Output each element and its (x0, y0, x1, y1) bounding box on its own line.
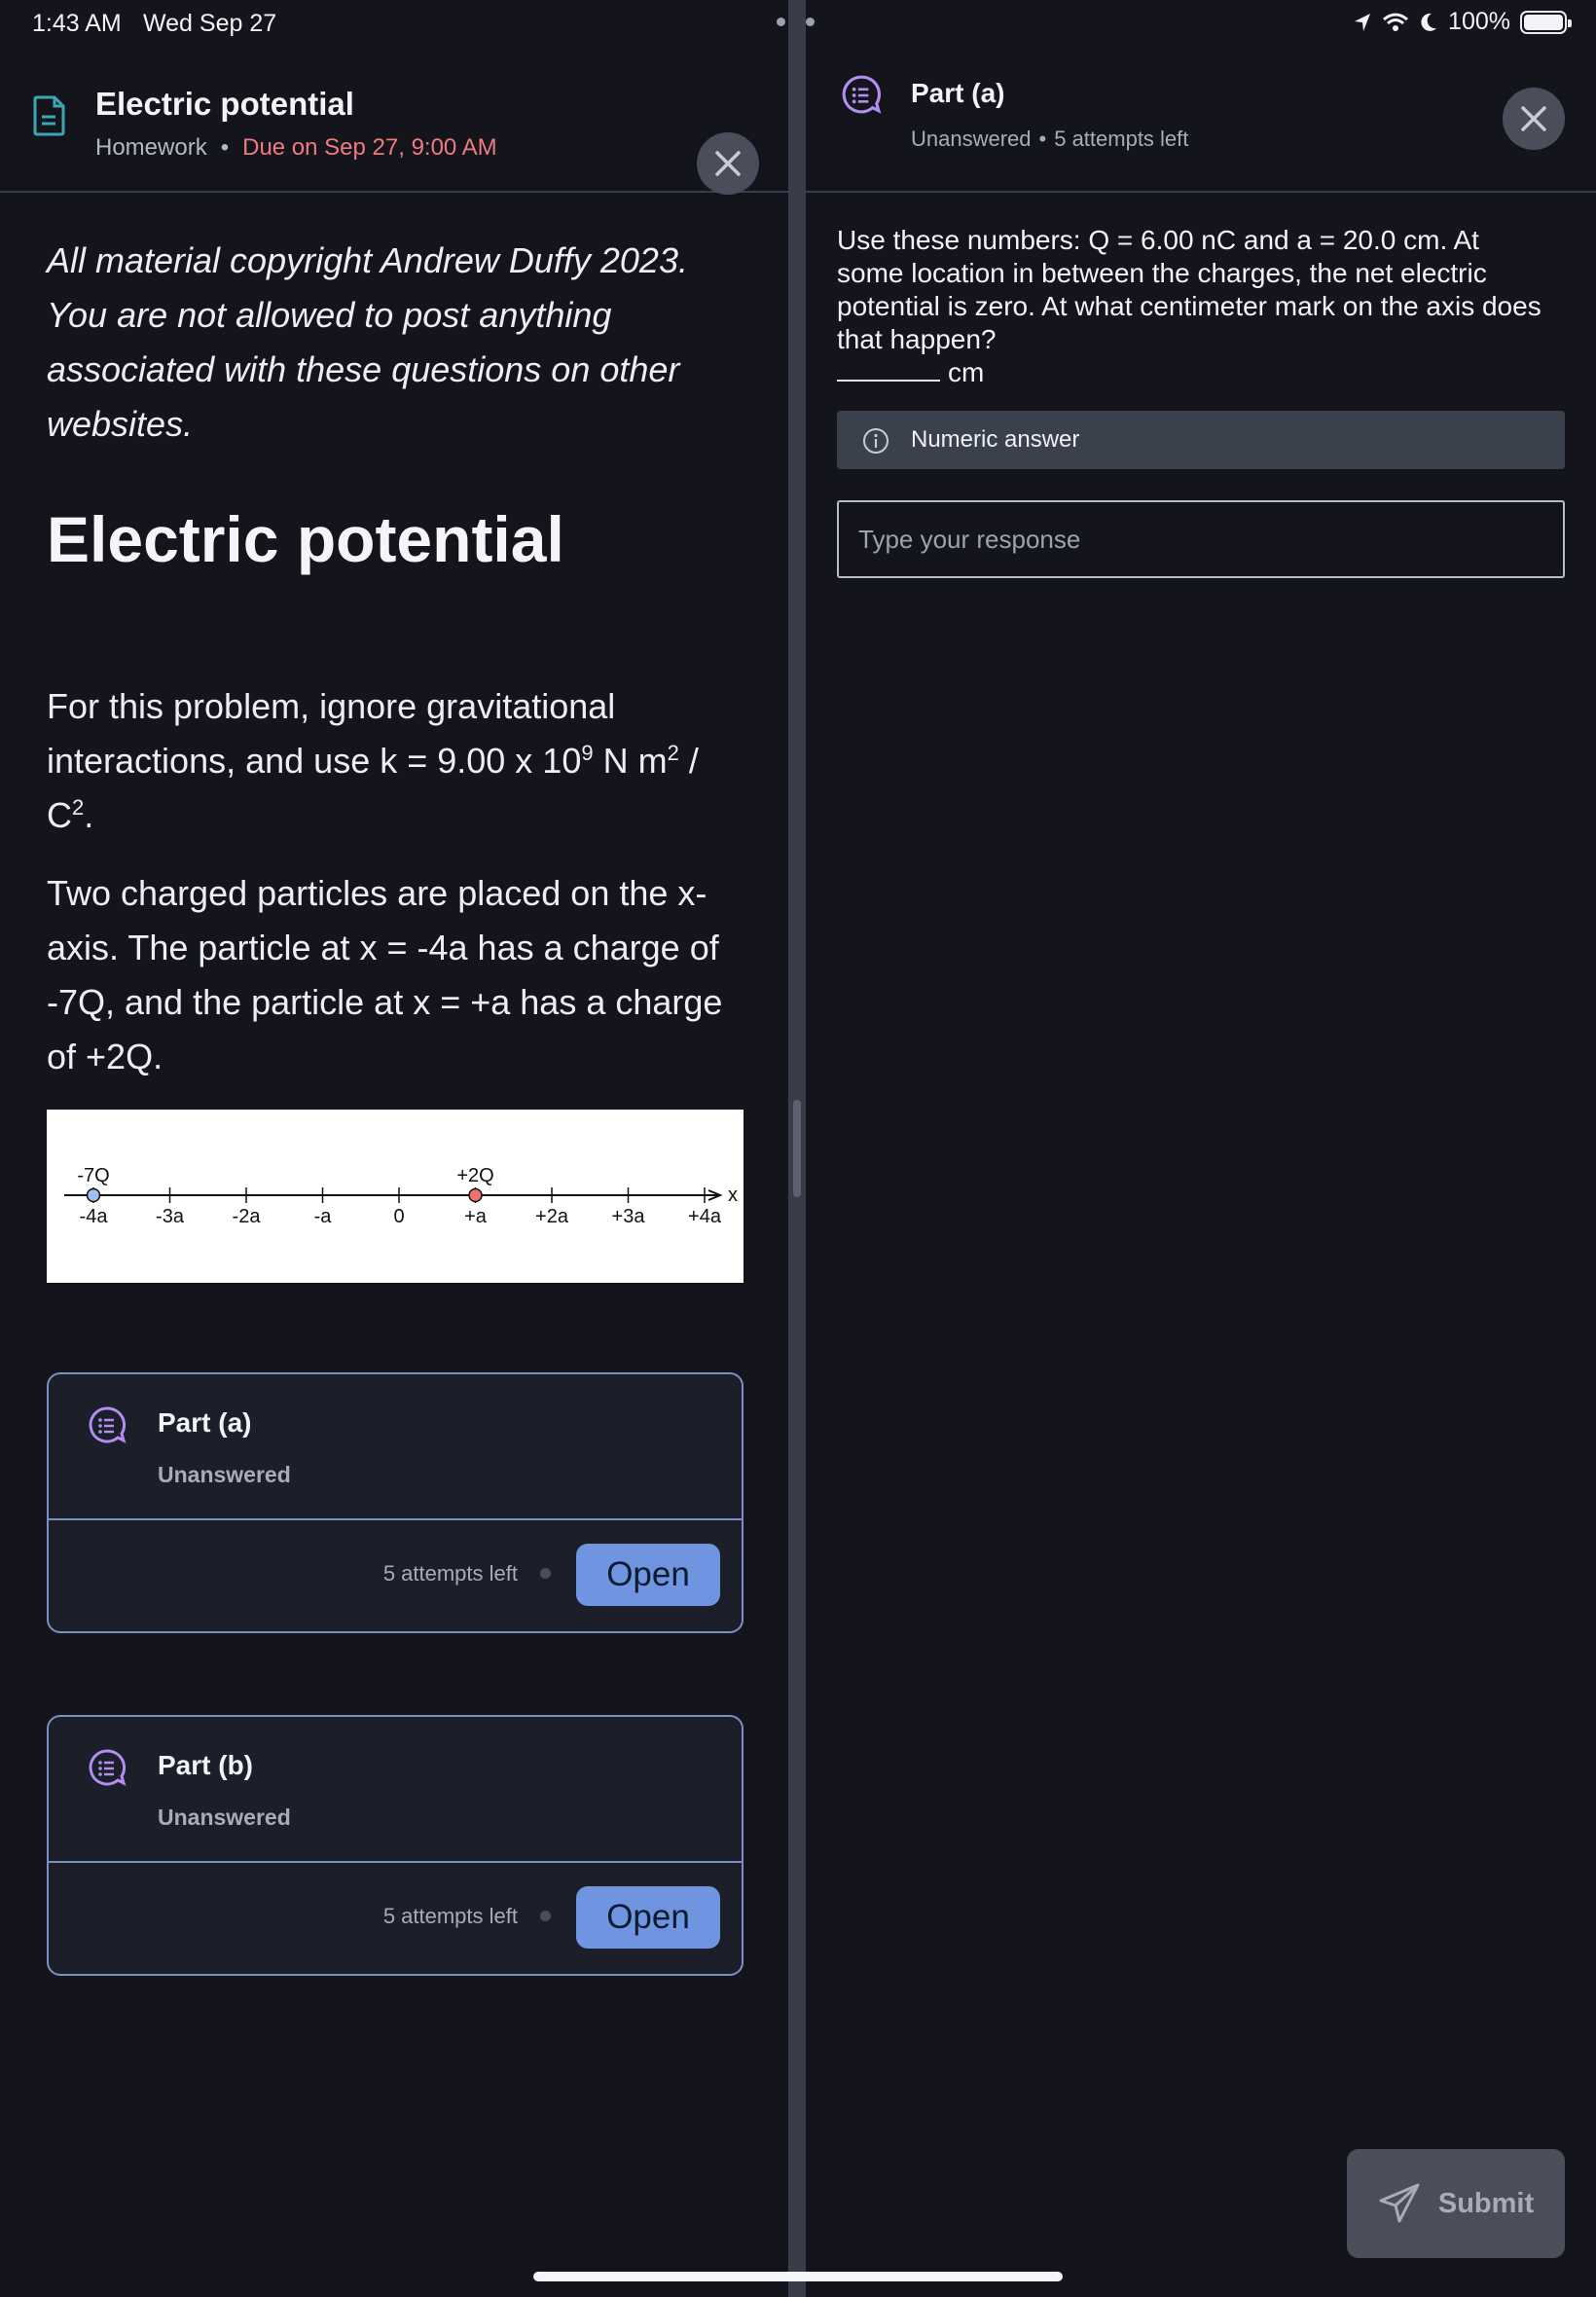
part-title: Part (b) (158, 1750, 253, 1780)
close-assignment-button[interactable] (697, 132, 759, 195)
question-bubble-icon (89, 1749, 127, 1786)
answer-type-label: Numeric answer (911, 426, 1080, 453)
axis-tick-label: +3a (612, 1206, 646, 1227)
question-bubble-icon (89, 1406, 127, 1443)
answer-blank (837, 356, 940, 382)
question-pane: Part (a) Unanswered • 5 attempts left Use … (806, 0, 1596, 2297)
axis-tick-label: -3a (156, 1206, 185, 1227)
separator-dot (540, 1568, 551, 1579)
document-icon (33, 95, 65, 136)
part-status: Unanswered (158, 1805, 291, 1830)
axis-tick-label: +4a (688, 1206, 722, 1227)
problem-setup: Two charged particles are placed on the … (47, 873, 723, 1076)
open-part-b-button[interactable]: Open (576, 1886, 720, 1949)
problem-intro: For this problem, ignore gravitational i… (47, 679, 747, 843)
assignment-subtitle: Homework • Due on Sep 27, 9:00 AM (95, 134, 497, 162)
question-prompt: Use these numbers: Q = 6.00 nC and a = 2… (837, 225, 1542, 354)
part-a-card-header: Part (a) Unanswered (49, 1374, 742, 1520)
axis-tick-label: -4a (80, 1206, 109, 1227)
charge-label: -7Q (77, 1165, 109, 1186)
close-question-button[interactable] (1503, 88, 1565, 150)
assignment-type: Homework (95, 134, 207, 161)
question-text: Use these numbers: Q = 6.00 nC and a = 2… (837, 224, 1547, 389)
part-title: Part (a) (158, 1407, 252, 1438)
axis-tick-label: +a (464, 1206, 488, 1227)
charge-axis-figure: x -4a -3a -2a -a 0 +a +2a +3a +4a -7Q +2Q (47, 1110, 744, 1283)
page-title: Electric potential (47, 503, 564, 575)
charge-label: +2Q (456, 1165, 493, 1186)
charge-marker (86, 1187, 101, 1203)
split-view-handle[interactable] (793, 1100, 801, 1197)
open-part-a-button[interactable]: Open (576, 1544, 720, 1606)
answer-type-banner: Numeric answer (837, 411, 1565, 469)
part-status: Unanswered (158, 1462, 291, 1487)
submit-button[interactable]: Submit (1347, 2149, 1565, 2258)
assignment-body: All material copyright Andrew Duffy 2023… (47, 234, 747, 1084)
axis-tick-label: -a (314, 1206, 333, 1227)
close-icon (715, 151, 741, 176)
response-input[interactable] (837, 500, 1565, 578)
submit-label: Submit (1437, 2187, 1535, 2219)
copyright-notice: All material copyright Andrew Duffy 2023… (47, 240, 688, 444)
close-icon (1521, 106, 1546, 131)
axis-label: x (728, 1185, 738, 1206)
part-b-card: Part (b) Unanswered 5 attempts left Open (47, 1715, 744, 1976)
axis-ticks: -4a -3a -2a -a 0 +a +2a +3a +4a (80, 1187, 722, 1227)
part-a-card: Part (a) Unanswered 5 attempts left Open (47, 1372, 744, 1633)
question-header: Part (a) Unanswered • 5 attempts left (806, 47, 1596, 193)
intro-text: For this problem, ignore gravitational i… (47, 686, 616, 781)
assignment-title: Electric potential (95, 86, 354, 122)
separator-dot: • (220, 134, 230, 161)
charge-marker (468, 1187, 483, 1203)
answer-unit: cm (948, 357, 985, 387)
question-subtitle: Unanswered • 5 attempts left (911, 127, 1188, 152)
attempts-left: 5 attempts left (1054, 127, 1189, 151)
axis-tick-label: +2a (535, 1206, 569, 1227)
axis-diagram: x -4a -3a -2a -a 0 +a +2a +3a +4a -7Q +2Q (64, 1165, 738, 1227)
question-title: Part (a) (911, 78, 1005, 108)
info-icon (863, 428, 889, 454)
attempts-left: 5 attempts left (382, 1561, 518, 1586)
part-b-card-header: Part (b) Unanswered (49, 1717, 742, 1863)
intro-text: N m (593, 741, 668, 781)
axis-tick-label: -2a (233, 1206, 262, 1227)
separator-dot (540, 1911, 551, 1921)
attempts-left: 5 attempts left (382, 1904, 518, 1928)
assignment-pane: Electric potential Homework • Due on Sep 2… (0, 0, 788, 2297)
intro-text: . (84, 795, 94, 835)
due-date: Due on Sep 27, 9:00 AM (242, 134, 497, 161)
question-status: Unanswered (911, 127, 1032, 151)
separator-dot: • (1038, 127, 1047, 151)
exponent: 2 (667, 741, 679, 765)
exponent: 9 (581, 741, 594, 765)
axis-tick-label: 0 (393, 1206, 404, 1227)
send-icon (1379, 2183, 1420, 2223)
exponent: 2 (72, 795, 85, 820)
home-indicator[interactable] (533, 2272, 1063, 2281)
question-bubble-icon (842, 75, 882, 114)
assignment-header: Electric potential Homework • Due on Sep 2… (0, 47, 788, 195)
